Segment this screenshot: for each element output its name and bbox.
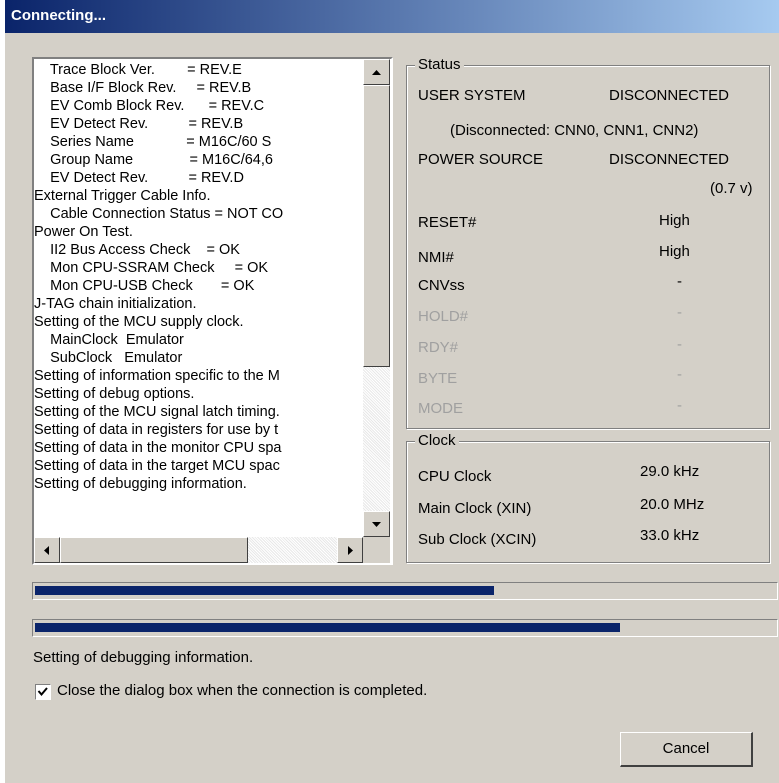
arrow-down-icon [372, 522, 381, 527]
byte-label: BYTE [418, 370, 458, 387]
sub-clock-label: Sub Clock (XCIN) [418, 531, 537, 548]
log-horizontal-scrollbar[interactable] [34, 537, 363, 563]
sub-clock-value: 33.0 kHz [640, 527, 700, 544]
hold-label: HOLD# [418, 308, 469, 325]
clock-group: Clock CPU Clock 29.0 kHz Main Clock (XIN… [406, 432, 770, 563]
log-line: Mon CPU-SSRAM Check = OK [34, 260, 269, 276]
log-vertical-scrollbar[interactable] [363, 59, 390, 537]
log-line: EV Detect Rev. = REV.D [34, 170, 244, 186]
connection-log-list[interactable]: Trace Block Ver. = REV.E Base I/F Block … [32, 57, 393, 565]
power-source-label: POWER SOURCE [418, 151, 544, 168]
power-source-voltage: (0.7 v) [710, 180, 753, 197]
cnvss-value: - [677, 273, 682, 290]
scroll-right-button[interactable] [337, 537, 363, 563]
log-line: Mon CPU-USB Check = OK [34, 278, 255, 294]
log-line: Setting of the MCU supply clock. [34, 314, 244, 330]
byte-value: - [677, 366, 682, 383]
close-dialog-checkbox[interactable] [35, 684, 51, 700]
scroll-left-button[interactable] [34, 537, 60, 563]
main-clock-value: 20.0 MHz [640, 496, 705, 513]
log-line: Setting of data in the target MCU spac [34, 458, 280, 474]
log-line: Trace Block Ver. = REV.E [34, 62, 242, 78]
progress-bar-primary [32, 582, 778, 600]
log-line: II2 Bus Access Check = OK [34, 242, 240, 258]
cpu-clock-value: 29.0 kHz [640, 463, 700, 480]
hold-value: - [677, 304, 682, 321]
arrow-left-icon [44, 546, 49, 555]
checkmark-icon [37, 687, 48, 697]
arrow-up-icon [372, 70, 381, 75]
title-bar[interactable]: Connecting... [5, 0, 779, 33]
cnvss-label: CNVss [418, 277, 465, 294]
power-source-value: DISCONNECTED [609, 151, 730, 168]
close-dialog-checkbox-label[interactable]: Close the dialog box when the connection… [57, 682, 427, 699]
scroll-down-button[interactable] [363, 511, 390, 537]
mode-value: - [677, 397, 682, 414]
progress-bar-secondary [32, 619, 778, 637]
status-group-legend: Status [415, 56, 464, 73]
log-line: Setting of debugging information. [34, 476, 247, 492]
reset-label: RESET# [418, 214, 477, 231]
nmi-value: High [659, 243, 690, 260]
log-line: J-TAG chain initialization. [34, 296, 197, 312]
status-message: Setting of debugging information. [33, 649, 254, 666]
rdy-label: RDY# [418, 339, 459, 356]
log-line: EV Detect Rev. = REV.B [34, 116, 244, 132]
progress-fill-secondary [35, 623, 620, 632]
main-clock-label: Main Clock (XIN) [418, 500, 532, 517]
rdy-value: - [677, 336, 682, 353]
window-title: Connecting... [11, 7, 106, 24]
progress-fill-primary [35, 586, 494, 595]
log-line: Setting of data in the monitor CPU spa [34, 440, 282, 456]
user-system-value: DISCONNECTED [609, 87, 730, 104]
connecting-dialog: Connecting... Trace Block Ver. = REV.E B… [5, 0, 779, 783]
user-system-label: USER SYSTEM [418, 87, 526, 104]
log-text-area: Trace Block Ver. = REV.E Base I/F Block … [34, 59, 361, 537]
cpu-clock-label: CPU Clock [418, 468, 492, 485]
log-line: External Trigger Cable Info. [34, 188, 211, 204]
log-line: Cable Connection Status = NOT CO [34, 206, 284, 222]
log-line: Series Name = M16C/60 S [34, 134, 272, 150]
cancel-button[interactable]: Cancel [620, 732, 753, 767]
mode-label: MODE [418, 400, 463, 417]
log-line: Setting of debug options. [34, 386, 195, 402]
scrollbar-corner [363, 537, 390, 563]
log-line: EV Comb Block Rev. = REV.C [34, 98, 265, 114]
log-line: Group Name = M16C/64,6 [34, 152, 273, 168]
arrow-right-icon [348, 546, 353, 555]
log-line: MainClock Emulator [34, 332, 184, 348]
clock-group-legend: Clock [415, 432, 459, 449]
user-system-detail: (Disconnected: CNN0, CNN1, CNN2) [450, 122, 699, 139]
log-line: Base I/F Block Rev. = REV.B [34, 80, 252, 96]
scroll-up-button[interactable] [363, 59, 390, 85]
log-line: Power On Test. [34, 224, 133, 240]
log-line: Setting of information specific to the M [34, 368, 280, 384]
log-line: Setting of data in registers for use by … [34, 422, 279, 438]
hscroll-thumb[interactable] [60, 537, 248, 563]
log-line: SubClock Emulator [34, 350, 183, 366]
log-line: Setting of the MCU signal latch timing. [34, 404, 280, 420]
scroll-thumb[interactable] [363, 85, 390, 367]
status-group: Status USER SYSTEM DISCONNECTED (Disconn… [406, 56, 770, 429]
nmi-label: NMI# [418, 249, 454, 266]
reset-value: High [659, 212, 690, 229]
